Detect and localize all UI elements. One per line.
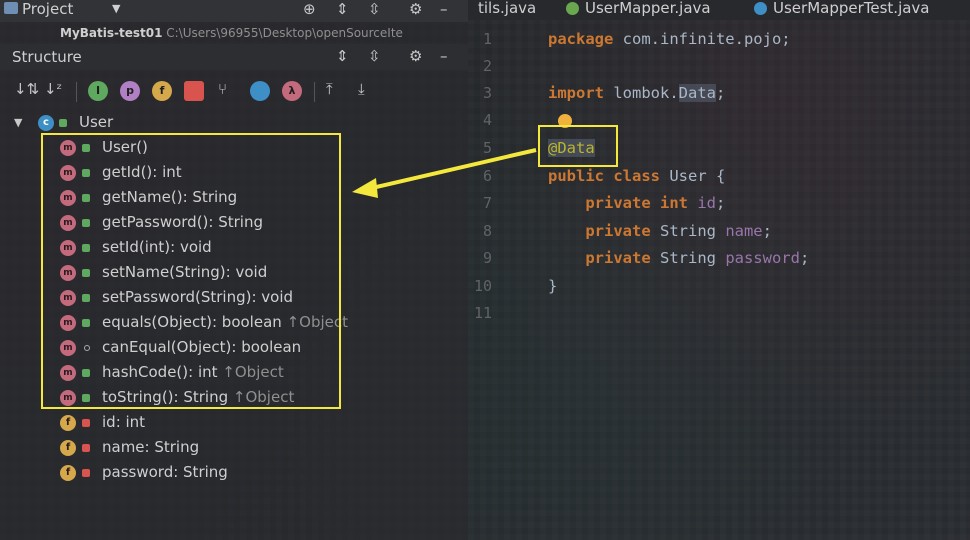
arrow-head	[352, 178, 378, 198]
arrow-line	[371, 148, 537, 190]
callout-arrow	[352, 148, 537, 198]
